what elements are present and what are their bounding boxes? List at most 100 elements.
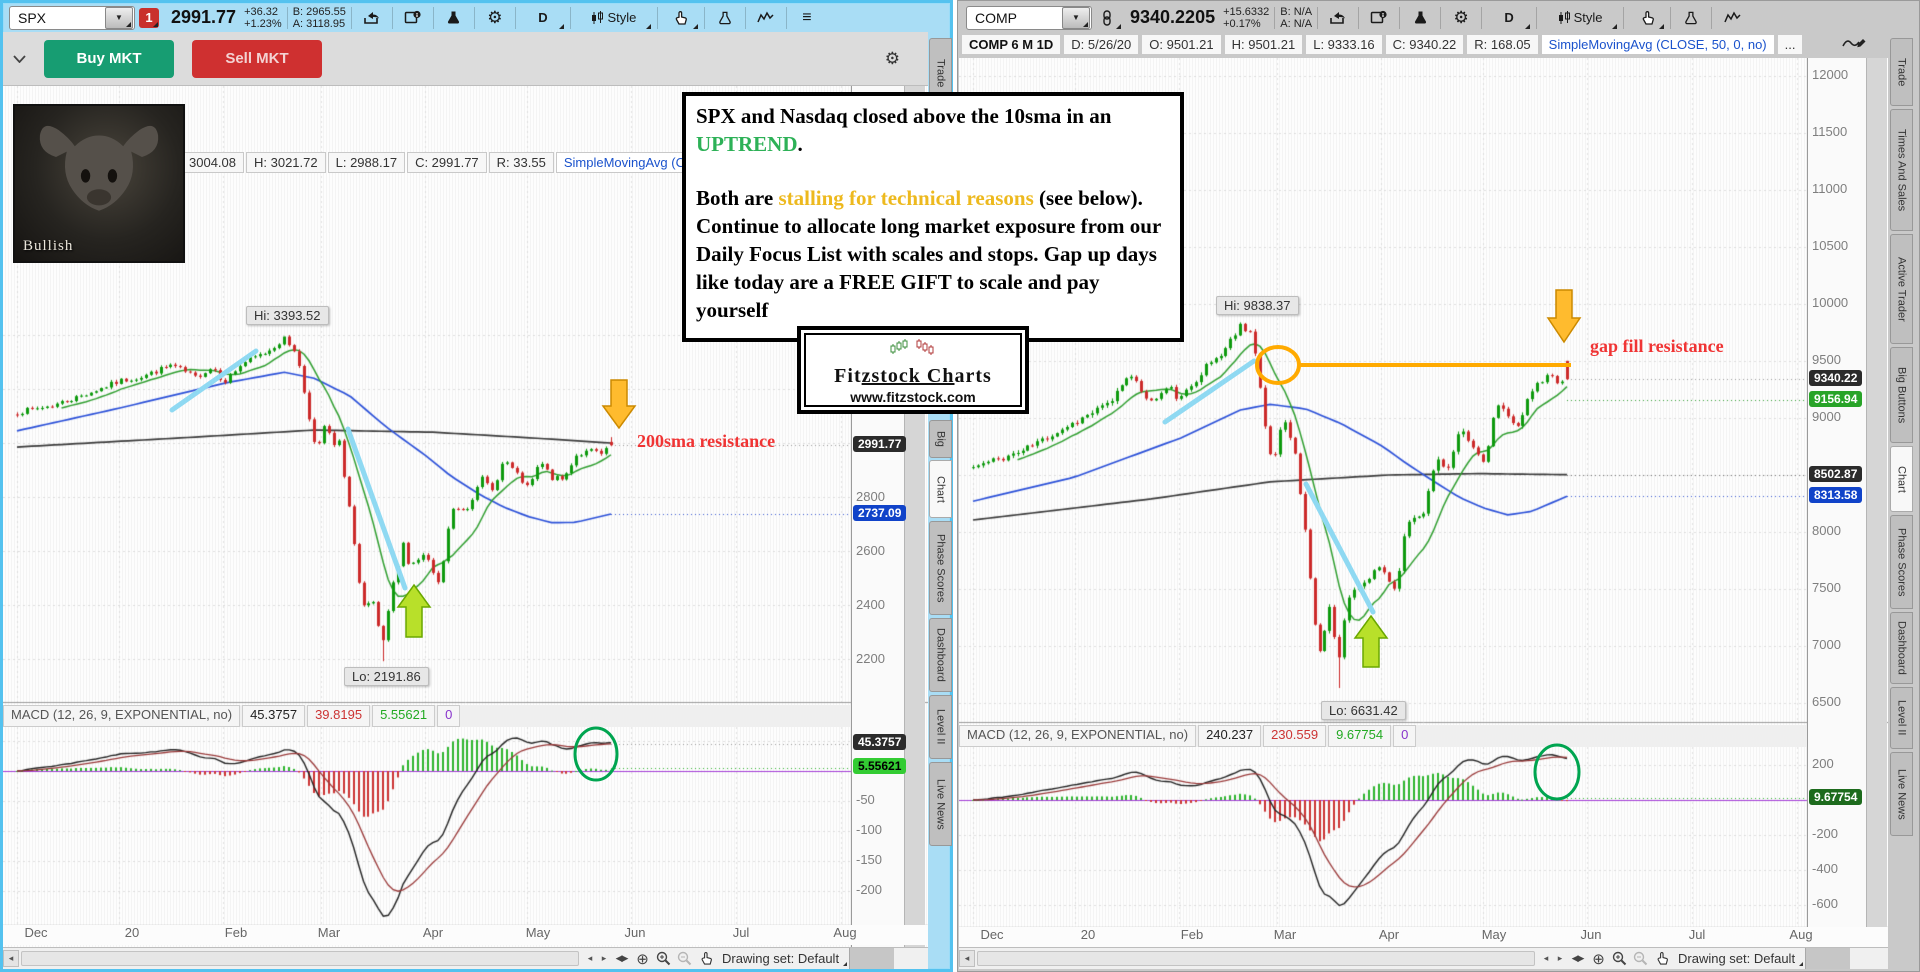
ohlc-open: 3004.08 xyxy=(181,152,244,173)
style-button[interactable]: Style xyxy=(1542,6,1618,30)
sidebar-tab-live-news[interactable]: Live News xyxy=(1890,752,1913,836)
symbol-selector[interactable]: SPX ▼ xyxy=(9,5,135,30)
fit-width-icon[interactable]: ◀▶ xyxy=(611,950,632,968)
timeframe-button[interactable]: D xyxy=(1487,6,1531,30)
ohlc-low: L: 2988.17 xyxy=(327,152,406,173)
macd-hist-bubble: 9.67754 xyxy=(1809,789,1863,805)
step-right-button[interactable]: ▸ xyxy=(597,951,611,966)
sma-study-label[interactable]: SimpleMovingAvg (CLOSE, 50, 0, no) xyxy=(1540,34,1775,55)
buy-mkt-button[interactable]: Buy MKT xyxy=(44,39,174,78)
axis-tick: 2800 xyxy=(856,489,885,504)
macd-name[interactable]: MACD (12, 26, 9, EXPONENTIAL, no) xyxy=(3,705,241,727)
ohlc-low: L: 9333.16 xyxy=(1305,34,1383,55)
sidebar-tab-live-news[interactable]: Live News xyxy=(929,762,952,846)
zoom-in-icon[interactable] xyxy=(1609,950,1630,968)
axis-tick: 2400 xyxy=(856,597,885,612)
gear-icon[interactable]: ⚙ xyxy=(1446,6,1476,30)
flask-icon[interactable] xyxy=(439,6,469,30)
sidebar-tab-level2[interactable]: Level II xyxy=(929,695,952,759)
zoom-in-icon[interactable] xyxy=(653,950,674,968)
axis-tick: 9500 xyxy=(1812,352,1841,367)
sidebar-tab-trade[interactable]: Trade xyxy=(1890,38,1913,106)
pattern-icon[interactable] xyxy=(1717,6,1747,30)
month-label: Jul xyxy=(732,925,750,940)
macd-study-header: MACD (12, 26, 9, EXPONENTIAL, no) 45.375… xyxy=(3,705,851,727)
pan-hand-icon[interactable] xyxy=(695,950,716,968)
sidebar-tab-phase-scores[interactable]: Phase Scores xyxy=(929,521,952,615)
vertical-scrollbar[interactable] xyxy=(1866,58,1887,969)
style-button[interactable]: Style xyxy=(576,6,652,30)
drawing-tools-button[interactable] xyxy=(1629,6,1665,30)
scrollbar-thumb[interactable] xyxy=(21,951,579,966)
sma-study-label[interactable]: SimpleMovingAvg (C xyxy=(555,152,693,173)
month-label: Mar xyxy=(317,925,341,940)
zoom-out-icon[interactable] xyxy=(1630,950,1651,968)
fit-width-icon[interactable]: ◀▶ xyxy=(1567,950,1588,968)
scroll-left-button[interactable]: ◂ xyxy=(3,950,19,967)
sidebar-tab-dashboard[interactable]: Dashboard xyxy=(1890,612,1913,684)
sidebar-tab-times-and-sales[interactable]: Times And Sales xyxy=(1890,109,1913,231)
step-right-button[interactable]: ▸ xyxy=(1553,951,1567,966)
time-axis[interactable]: Dec 20 Feb Mar Apr May Jun Jul Aug xyxy=(3,925,928,945)
active-drawing-tool-icon[interactable] xyxy=(1841,34,1867,59)
ohlc-range: R: 33.55 xyxy=(488,152,554,173)
lo-label: Lo: 2191.86 xyxy=(344,667,429,686)
step-left-button[interactable]: ◂ xyxy=(583,951,597,966)
sidebar-tab-phase-scores[interactable]: Phase Scores xyxy=(1890,515,1913,609)
drawing-set-selector[interactable]: Drawing set: Default xyxy=(716,951,849,966)
sidebar-tab-active-trader[interactable]: Active Trader xyxy=(1890,234,1913,344)
file-info-icon[interactable] xyxy=(1364,6,1394,30)
scroll-left-button[interactable]: ◂ xyxy=(959,950,975,967)
link-icon[interactable] xyxy=(1092,6,1122,30)
symbol-input[interactable]: COMP xyxy=(967,10,1061,26)
trade-gadget: Buy MKT Sell MKT ⚙ xyxy=(3,32,928,86)
timeframe-button[interactable]: D xyxy=(521,6,565,30)
studies-flask-icon[interactable] xyxy=(1676,6,1706,30)
file-info-icon[interactable] xyxy=(398,6,428,30)
axis-tick: 10500 xyxy=(1812,238,1849,253)
collapse-chevron-icon[interactable] xyxy=(13,50,26,68)
sidebar-tab-level2[interactable]: Level II xyxy=(1890,687,1913,749)
flask-icon[interactable] xyxy=(1405,6,1435,30)
gear-icon[interactable]: ⚙ xyxy=(480,6,510,30)
ohlc-high: H: 9501.21 xyxy=(1223,34,1304,55)
symbol-input[interactable]: SPX xyxy=(10,10,104,26)
change-value: +15.6332 xyxy=(1223,5,1270,18)
pattern-icon[interactable] xyxy=(751,6,781,30)
sidebar-tab-big[interactable]: Big xyxy=(929,420,952,458)
menu-icon[interactable]: ≡ xyxy=(792,6,822,30)
share-icon[interactable] xyxy=(357,6,387,30)
sidebar-tab-chart[interactable]: Chart xyxy=(1890,446,1913,512)
ohlc-ellipsis[interactable]: ... xyxy=(1776,34,1804,55)
axis-tick: -50 xyxy=(856,792,875,807)
sidebar-tab-dashboard[interactable]: Dashboard xyxy=(929,618,952,692)
bull-head-graphic xyxy=(39,125,159,211)
symbol-selector[interactable]: COMP ▼ xyxy=(966,5,1092,30)
note-paragraph: SPX and Nasdaq closed above the 10sma in… xyxy=(696,104,1112,156)
step-left-button[interactable]: ◂ xyxy=(1539,951,1553,966)
time-axis[interactable]: Dec 20 Feb Mar Apr May Jun Jul Aug xyxy=(959,927,1888,947)
symbol-dropdown-button[interactable]: ▼ xyxy=(105,6,133,29)
crosshair-icon[interactable]: ⊕ xyxy=(632,950,653,968)
pan-hand-icon[interactable] xyxy=(1651,950,1672,968)
symbol-dropdown-button[interactable]: ▼ xyxy=(1062,6,1090,29)
link-channel-badge[interactable]: 1 xyxy=(139,7,159,28)
trade-settings-gear-icon[interactable]: ⚙ xyxy=(885,49,900,69)
sma200-bubble: 8502.87 xyxy=(1809,466,1863,482)
divider xyxy=(1358,6,1360,29)
macd-signal-value: 230.559 xyxy=(1263,725,1327,747)
sidebar-tab-big-buttons[interactable]: Big Buttons xyxy=(1890,347,1913,443)
macd-zero-value: 0 xyxy=(437,705,461,727)
crosshair-icon[interactable]: ⊕ xyxy=(1588,950,1609,968)
zoom-out-icon[interactable] xyxy=(674,950,695,968)
sell-mkt-button[interactable]: Sell MKT xyxy=(192,39,322,78)
macd-name[interactable]: MACD (12, 26, 9, EXPONENTIAL, no) xyxy=(959,725,1197,747)
share-icon[interactable] xyxy=(1323,6,1353,30)
month-label: 20 xyxy=(124,925,140,940)
bid-value: B: N/A xyxy=(1280,5,1313,18)
sidebar-tab-chart[interactable]: Chart xyxy=(929,460,952,518)
scrollbar-thumb[interactable] xyxy=(977,951,1535,966)
drawing-set-selector[interactable]: Drawing set: Default xyxy=(1672,951,1805,966)
studies-flask-icon[interactable] xyxy=(710,6,740,30)
drawing-tools-button[interactable] xyxy=(663,6,699,30)
